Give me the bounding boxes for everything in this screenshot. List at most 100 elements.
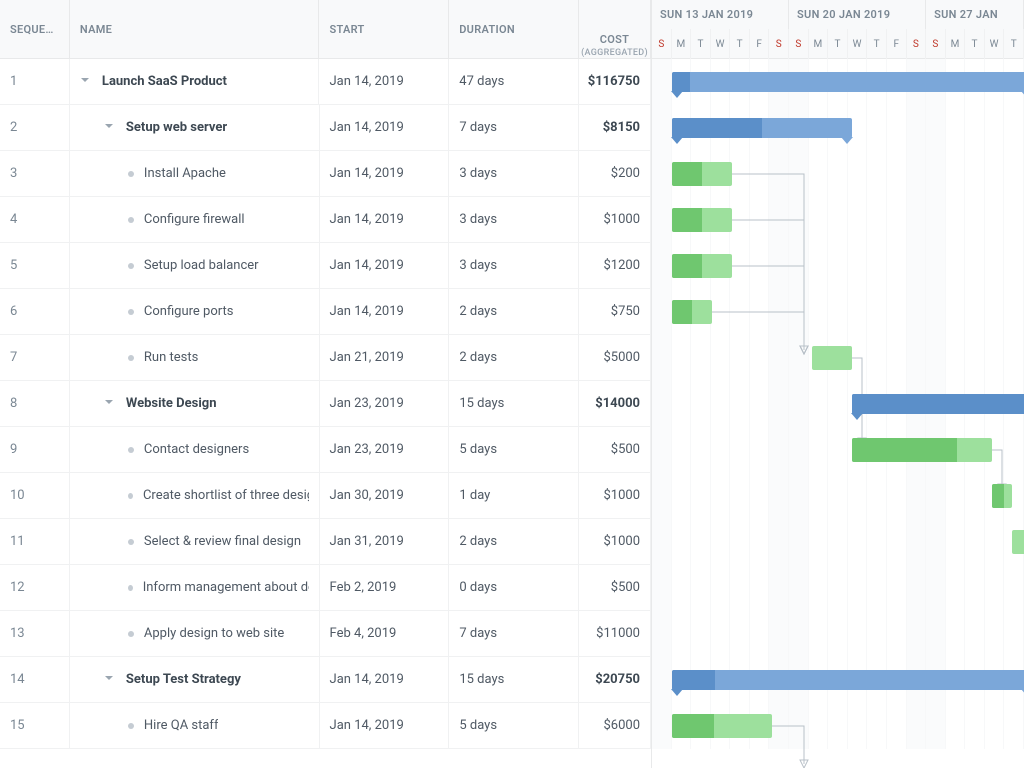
cell-duration[interactable]: 3 days (449, 243, 579, 288)
cell-start[interactable]: Jan 30, 2019 (320, 473, 450, 518)
task-row[interactable]: 5Setup load balancerJan 14, 20193 days$1… (0, 243, 651, 289)
cell-start[interactable]: Jan 23, 2019 (320, 381, 450, 426)
task-bar[interactable] (672, 714, 772, 738)
task-bar[interactable] (672, 162, 732, 186)
cell-duration[interactable]: 0 days (449, 565, 579, 610)
task-row[interactable]: 8Website DesignJan 23, 201915 days$14000 (0, 381, 651, 427)
col-header-start[interactable]: START (319, 0, 449, 58)
cell-cost[interactable]: $200 (579, 151, 651, 196)
cell-duration[interactable]: 3 days (449, 197, 579, 242)
cell-cost[interactable]: $1000 (579, 519, 651, 564)
task-row[interactable]: 15Hire QA staffJan 14, 20195 days$6000 (0, 703, 651, 749)
cell-duration[interactable]: 47 days (449, 59, 579, 104)
chevron-down-icon[interactable] (104, 396, 120, 412)
cell-duration[interactable]: 1 day (449, 473, 579, 518)
cell-cost[interactable]: $6000 (579, 703, 651, 748)
cell-duration[interactable]: 15 days (449, 381, 579, 426)
cell-duration[interactable]: 7 days (449, 611, 579, 656)
cell-duration[interactable]: 7 days (449, 105, 579, 150)
task-row[interactable]: 4Configure firewallJan 14, 20193 days$10… (0, 197, 651, 243)
task-bar[interactable] (672, 254, 732, 278)
cell-duration[interactable]: 2 days (449, 289, 579, 334)
cell-name[interactable]: Configure firewall (70, 197, 320, 242)
cell-cost[interactable]: $20750 (579, 657, 651, 702)
cell-start[interactable]: Jan 21, 2019 (320, 335, 450, 380)
task-row[interactable]: 13Apply design to web siteFeb 4, 20197 d… (0, 611, 651, 657)
cell-name[interactable]: Setup web server (70, 105, 320, 150)
cell-name[interactable]: Inform management about decision (70, 565, 320, 610)
gantt-body[interactable] (652, 59, 1024, 749)
task-row[interactable]: 7Run testsJan 21, 20192 days$5000 (0, 335, 651, 381)
cell-start[interactable]: Jan 31, 2019 (320, 519, 450, 564)
col-header-sequence[interactable]: SEQUE… (0, 0, 70, 58)
cell-duration[interactable]: 2 days (449, 519, 579, 564)
chevron-down-icon[interactable] (80, 74, 96, 90)
cell-start[interactable]: Feb 2, 2019 (320, 565, 450, 610)
cell-duration[interactable]: 2 days (449, 335, 579, 380)
cell-name[interactable]: Apply design to web site (70, 611, 320, 656)
task-row[interactable]: 9Contact designersJan 23, 20195 days$500 (0, 427, 651, 473)
cell-cost[interactable]: $116750 (579, 59, 651, 104)
task-bar[interactable] (812, 346, 852, 370)
cell-cost[interactable]: $1000 (579, 197, 651, 242)
cell-name[interactable]: Select & review final design (70, 519, 320, 564)
cell-duration[interactable]: 15 days (449, 657, 579, 702)
cell-cost[interactable]: $500 (579, 427, 651, 472)
col-header-cost[interactable]: COST (AGGREGATED) (579, 0, 651, 58)
cell-name[interactable]: Website Design (70, 381, 320, 426)
task-row[interactable]: 14Setup Test StrategyJan 14, 201915 days… (0, 657, 651, 703)
cell-start[interactable]: Jan 14, 2019 (320, 703, 450, 748)
cell-name[interactable]: Setup Test Strategy (70, 657, 320, 702)
task-row[interactable]: 1Launch SaaS ProductJan 14, 201947 days$… (0, 59, 651, 105)
task-row[interactable]: 12Inform management about decisionFeb 2,… (0, 565, 651, 611)
summary-bar[interactable] (852, 394, 1024, 414)
task-row[interactable]: 6Configure portsJan 14, 20192 days$750 (0, 289, 651, 335)
cell-start[interactable]: Jan 14, 2019 (320, 197, 450, 242)
cell-cost[interactable]: $500 (579, 565, 651, 610)
cell-name[interactable]: Install Apache (70, 151, 320, 196)
task-row[interactable]: 2Setup web serverJan 14, 20197 days$8150 (0, 105, 651, 151)
cell-cost[interactable]: $5000 (579, 335, 651, 380)
cell-name[interactable]: Hire QA staff (70, 703, 320, 748)
summary-bar[interactable] (672, 118, 852, 138)
cell-start[interactable]: Jan 14, 2019 (319, 59, 449, 104)
cell-start[interactable]: Jan 14, 2019 (320, 243, 450, 288)
cell-name[interactable]: Create shortlist of three designers (70, 473, 320, 518)
cell-start[interactable]: Feb 4, 2019 (320, 611, 450, 656)
task-bar[interactable] (672, 300, 712, 324)
col-header-duration[interactable]: DURATION (449, 0, 579, 58)
task-bar[interactable] (672, 208, 732, 232)
task-row[interactable]: 3Install ApacheJan 14, 20193 days$200 (0, 151, 651, 197)
cell-start[interactable]: Jan 14, 2019 (320, 289, 450, 334)
cell-cost[interactable]: $11000 (579, 611, 651, 656)
summary-bar[interactable] (672, 670, 1024, 690)
cell-cost[interactable]: $1000 (579, 473, 651, 518)
cell-cost[interactable]: $14000 (579, 381, 651, 426)
summary-bar[interactable] (672, 72, 1024, 92)
cell-start[interactable]: Jan 14, 2019 (320, 151, 450, 196)
chevron-down-icon[interactable] (104, 120, 120, 136)
task-row[interactable]: 11Select & review final designJan 31, 20… (0, 519, 651, 565)
cell-cost[interactable]: $1200 (579, 243, 651, 288)
cell-name[interactable]: Contact designers (70, 427, 320, 472)
cell-duration[interactable]: 5 days (449, 703, 579, 748)
task-bar[interactable] (1012, 530, 1024, 554)
cell-cost[interactable]: $750 (579, 289, 651, 334)
col-header-name[interactable]: NAME (70, 0, 320, 58)
gantt-timeline[interactable]: SUN 13 JAN 2019SUN 20 JAN 2019SUN 27 JAN… (652, 0, 1024, 768)
cell-start[interactable]: Jan 14, 2019 (320, 657, 450, 702)
cell-start[interactable]: Jan 14, 2019 (320, 105, 450, 150)
task-bar[interactable] (992, 484, 1012, 508)
cell-duration[interactable]: 3 days (449, 151, 579, 196)
task-bar[interactable] (852, 438, 992, 462)
cell-duration[interactable]: 5 days (449, 427, 579, 472)
cell-cost[interactable]: $8150 (579, 105, 651, 150)
cell-name[interactable]: Launch SaaS Product (70, 59, 320, 104)
task-row[interactable]: 10Create shortlist of three designersJan… (0, 473, 651, 519)
cell-name[interactable]: Setup load balancer (70, 243, 320, 288)
chevron-down-icon[interactable] (104, 672, 120, 688)
grid-body[interactable]: 1Launch SaaS ProductJan 14, 201947 days$… (0, 59, 651, 768)
cell-name[interactable]: Configure ports (70, 289, 320, 334)
cell-name[interactable]: Run tests (70, 335, 320, 380)
cell-start[interactable]: Jan 23, 2019 (320, 427, 450, 472)
